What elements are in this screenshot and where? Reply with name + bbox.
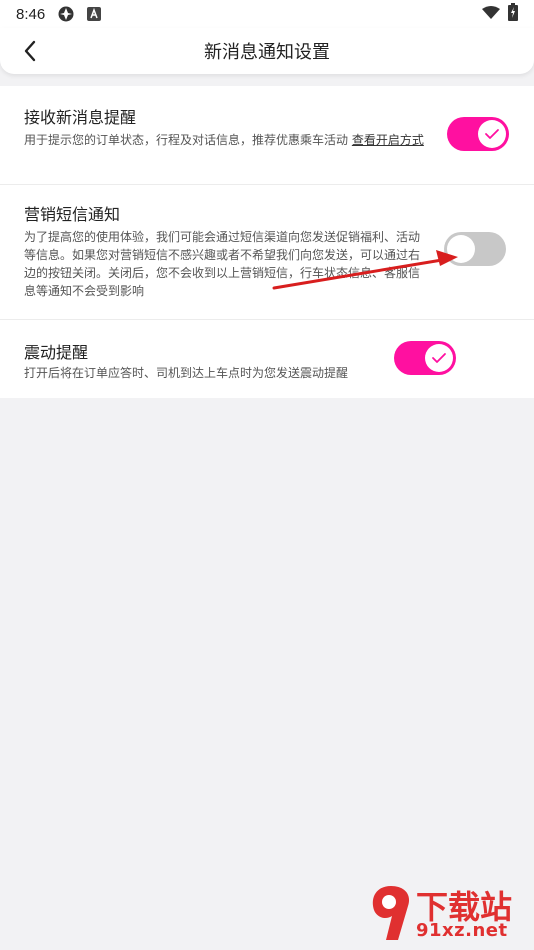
wifi-icon xyxy=(482,5,500,24)
a-badge-icon xyxy=(87,7,102,21)
app-icon xyxy=(57,5,75,23)
setting-title: 营销短信通知 xyxy=(24,205,121,224)
watermark-text-bottom: 91xz.net xyxy=(416,920,508,941)
chevron-left-icon xyxy=(24,40,36,62)
page-title: 新消息通知设置 xyxy=(204,42,330,63)
setting-description: 用于提示您的订单状态，行程及对话信息，推荐优惠乘车活动 查看开启方式 xyxy=(24,131,424,149)
view-enable-method-link[interactable]: 查看开启方式 xyxy=(352,133,424,147)
toggle-knob xyxy=(425,344,453,372)
status-time: 8:46 xyxy=(16,5,46,23)
setting-description: 为了提高您的使用体验，我们可能会通过短信渠道向您发送促销福利、活动等信息。如果您… xyxy=(24,230,421,298)
setting-title: 震动提醒 xyxy=(24,343,89,362)
setting-title: 接收新消息提醒 xyxy=(24,108,137,127)
watermark: 下载站 91xz.net xyxy=(368,882,528,946)
setting-row-marketing-sms: 营销短信通知 为了提高您的使用体验，我们可能会通过短信渠道向您发送促销福利、活动… xyxy=(0,185,534,320)
battery-charging-icon xyxy=(508,3,518,25)
app-bar: 新消息通知设置 xyxy=(0,28,534,74)
toggle-knob xyxy=(447,235,475,263)
setting-description-text: 用于提示您的订单状态，行程及对话信息，推荐优惠乘车活动 xyxy=(24,133,349,147)
marketing-sms-toggle[interactable] xyxy=(444,232,506,266)
back-button[interactable] xyxy=(14,35,46,67)
setting-description: 打开后将在订单应答时、司机到达上车点时为您发送震动提醒 xyxy=(24,366,349,380)
check-icon xyxy=(485,129,499,139)
setting-row-new-message-reminder: 接收新消息提醒 用于提示您的订单状态，行程及对话信息，推荐优惠乘车活动 查看开启… xyxy=(0,86,534,185)
check-icon xyxy=(432,353,446,363)
setting-row-vibration-reminder: 震动提醒 打开后将在订单应答时、司机到达上车点时为您发送震动提醒 xyxy=(0,320,534,398)
watermark-logo-icon xyxy=(372,886,410,940)
settings-list: 接收新消息提醒 用于提示您的订单状态，行程及对话信息，推荐优惠乘车活动 查看开启… xyxy=(0,86,534,398)
toggle-knob xyxy=(478,120,506,148)
status-bar: 8:46 xyxy=(0,0,534,28)
new-message-reminder-toggle[interactable] xyxy=(447,117,509,151)
vibration-reminder-toggle[interactable] xyxy=(394,341,456,375)
